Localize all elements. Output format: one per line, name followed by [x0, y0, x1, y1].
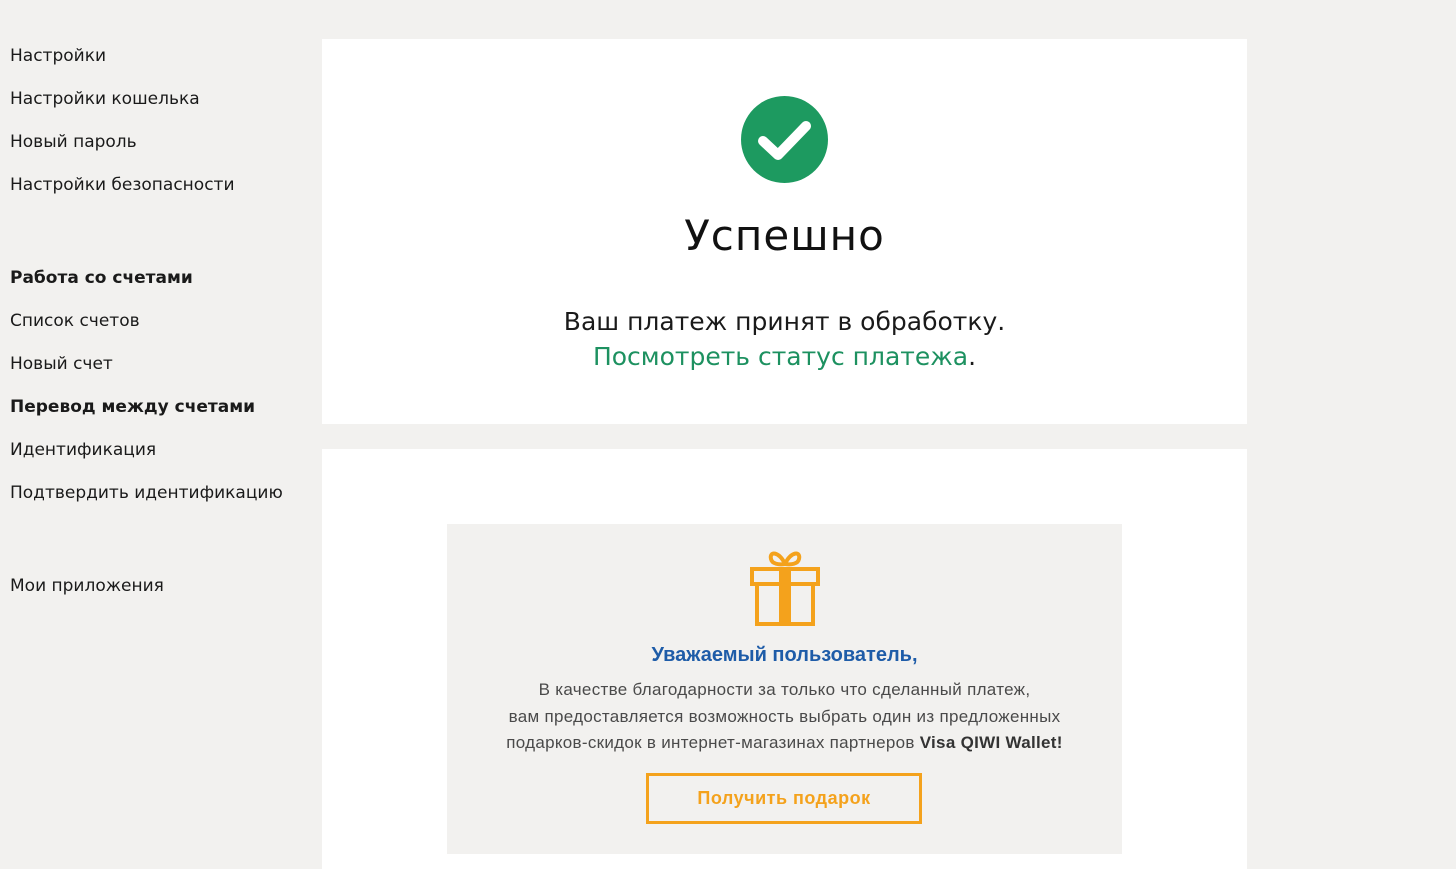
- promo-line-2: вам предоставляется возможность выбрать …: [508, 706, 1061, 726]
- sidebar-item-new-account[interactable]: Новый счет: [10, 354, 310, 397]
- payment-status-link[interactable]: Посмотреть статус платежа: [593, 342, 968, 371]
- sidebar-nav: Настройки Настройки кошелька Новый парол…: [10, 46, 310, 619]
- check-circle-icon: [741, 96, 828, 183]
- get-gift-button[interactable]: Получить подарок: [646, 773, 922, 824]
- success-message: Ваш платеж принят в обработку.: [563, 307, 1006, 336]
- sidebar-item-new-password[interactable]: Новый пароль: [10, 132, 310, 175]
- sidebar-item-transfer-between-accounts[interactable]: Перевод между счетами: [10, 397, 310, 440]
- promo-card: Уважаемый пользователь, В качестве благо…: [322, 449, 1247, 869]
- promo-line-1: В качестве благодарности за только что с…: [538, 680, 1031, 699]
- success-title: Успешно: [684, 211, 885, 260]
- brand-name: Visa QIWI Wallet!: [919, 733, 1063, 752]
- gift-offer-box: Уважаемый пользователь, В качестве благо…: [447, 524, 1122, 854]
- sidebar-item-identification[interactable]: Идентификация: [10, 440, 310, 483]
- promo-line-3-text: подарков-скидок в интернет-магазинах пар…: [506, 733, 920, 752]
- sidebar-item-security-settings[interactable]: Настройки безопасности: [10, 175, 310, 218]
- success-message-block: Ваш платеж принят в обработку. Посмотрет…: [322, 304, 1247, 374]
- status-line: Посмотреть статус платежа.: [322, 339, 1247, 374]
- sidebar-item-wallet-settings[interactable]: Настройки кошелька: [10, 89, 310, 132]
- promo-line-3: подарков-скидок в интернет-магазинах пар…: [447, 730, 1122, 757]
- status-link-suffix: .: [968, 342, 977, 371]
- sidebar-item-confirm-identification[interactable]: Подтвердить идентификацию: [10, 483, 310, 526]
- sidebar-item-settings[interactable]: Настройки: [10, 46, 310, 89]
- promo-title: Уважаемый пользователь,: [651, 644, 918, 666]
- gift-icon: [750, 551, 820, 626]
- sidebar-item-my-apps[interactable]: Мои приложения: [10, 576, 310, 619]
- promo-text: В качестве благодарности за только что с…: [447, 677, 1122, 757]
- sidebar-item-accounts-work[interactable]: Работа со счетами: [10, 268, 310, 311]
- success-card: Успешно Ваш платеж принят в обработку. П…: [322, 39, 1247, 424]
- sidebar-item-accounts-list[interactable]: Список счетов: [10, 311, 310, 354]
